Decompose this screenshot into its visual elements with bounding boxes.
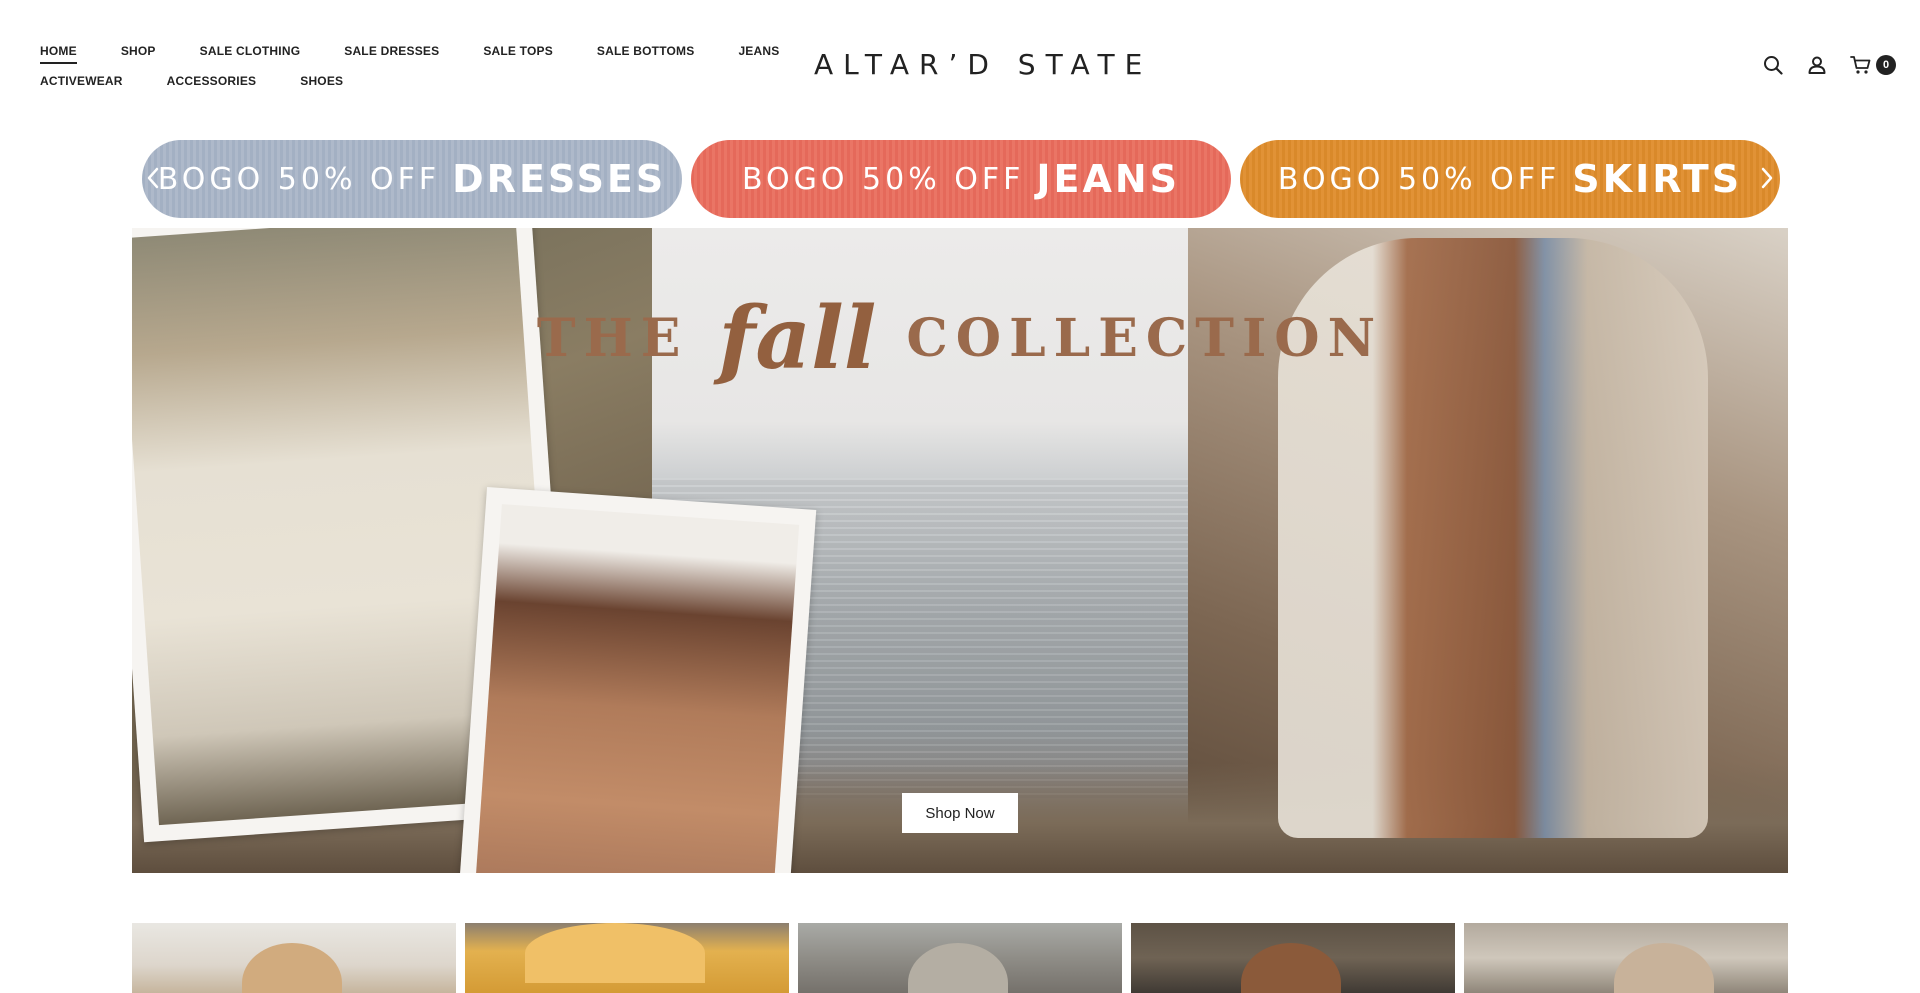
nav-item-sale-bottoms[interactable]: SALE BOTTOMS [597,44,695,58]
hero-title-the: THE [536,308,689,369]
main-nav: HOME SHOP SALE CLOTHING SALE DRESSES SAL… [40,40,800,100]
promo-carousel: BOGO 50% OFF DRESSES BOGO 50% OFF JEANS … [132,140,1788,220]
nav-row-secondary: ACTIVEWEAR ACCESSORIES SHOES [40,70,800,92]
promo-lead-text: BOGO 50% OFF [741,161,1025,197]
promo-category-text: JEANS [1036,157,1181,201]
category-tile[interactable] [132,923,456,993]
cart-count-badge[interactable]: 0 [1876,55,1896,75]
promo-category-text: DRESSES [452,157,667,201]
nav-item-shop[interactable]: SHOP [121,44,156,58]
category-tile[interactable] [465,923,789,993]
hero-title-collection: COLLECTION [906,308,1384,369]
hero-title: THE fall COLLECTION [132,288,1788,389]
nav-item-activewear[interactable]: ACTIVEWEAR [40,74,123,88]
nav-item-sale-dresses[interactable]: SALE DRESSES [344,44,439,58]
site-header: HOME SHOP SALE CLOTHING SALE DRESSES SAL… [0,0,1920,120]
promo-skirts-banner[interactable]: BOGO 50% OFF SKIRTS [1240,140,1780,218]
shop-now-button[interactable]: Shop Now [902,793,1018,833]
category-tile[interactable] [1464,923,1788,993]
chevron-left-icon[interactable] [138,156,168,200]
nav-item-sale-tops[interactable]: SALE TOPS [483,44,553,58]
promo-category-text: SKIRTS [1572,157,1743,201]
hero-photo-card-center [457,487,817,873]
hero-title-fall: fall [718,288,877,389]
category-tile[interactable] [1131,923,1455,993]
header-actions: 0 [1742,52,1896,78]
nav-row-primary: HOME SHOP SALE CLOTHING SALE DRESSES SAL… [40,40,800,64]
nav-item-jeans[interactable]: JEANS [738,44,779,58]
nav-item-shoes[interactable]: SHOES [300,74,343,88]
nav-item-home[interactable]: HOME [40,44,77,64]
brand-logo[interactable]: ALTAR’D STATE [814,48,1152,81]
nav-item-sale-clothing[interactable]: SALE CLOTHING [200,44,301,58]
promo-dresses-banner[interactable]: BOGO 50% OFF DRESSES [142,140,682,218]
user-icon[interactable] [1804,52,1830,78]
cart-icon[interactable] [1848,52,1874,78]
category-tile[interactable] [798,923,1122,993]
chevron-right-icon[interactable] [1752,156,1782,200]
promo-lead-text: BOGO 50% OFF [157,161,441,197]
search-icon[interactable] [1760,52,1786,78]
category-tiles [132,923,1788,993]
promo-lead-text: BOGO 50% OFF [1277,161,1561,197]
promo-jeans-banner[interactable]: BOGO 50% OFF JEANS [691,140,1231,218]
hero-banner[interactable]: THE fall COLLECTION Shop Now [132,228,1788,873]
nav-item-accessories[interactable]: ACCESSORIES [167,74,257,88]
